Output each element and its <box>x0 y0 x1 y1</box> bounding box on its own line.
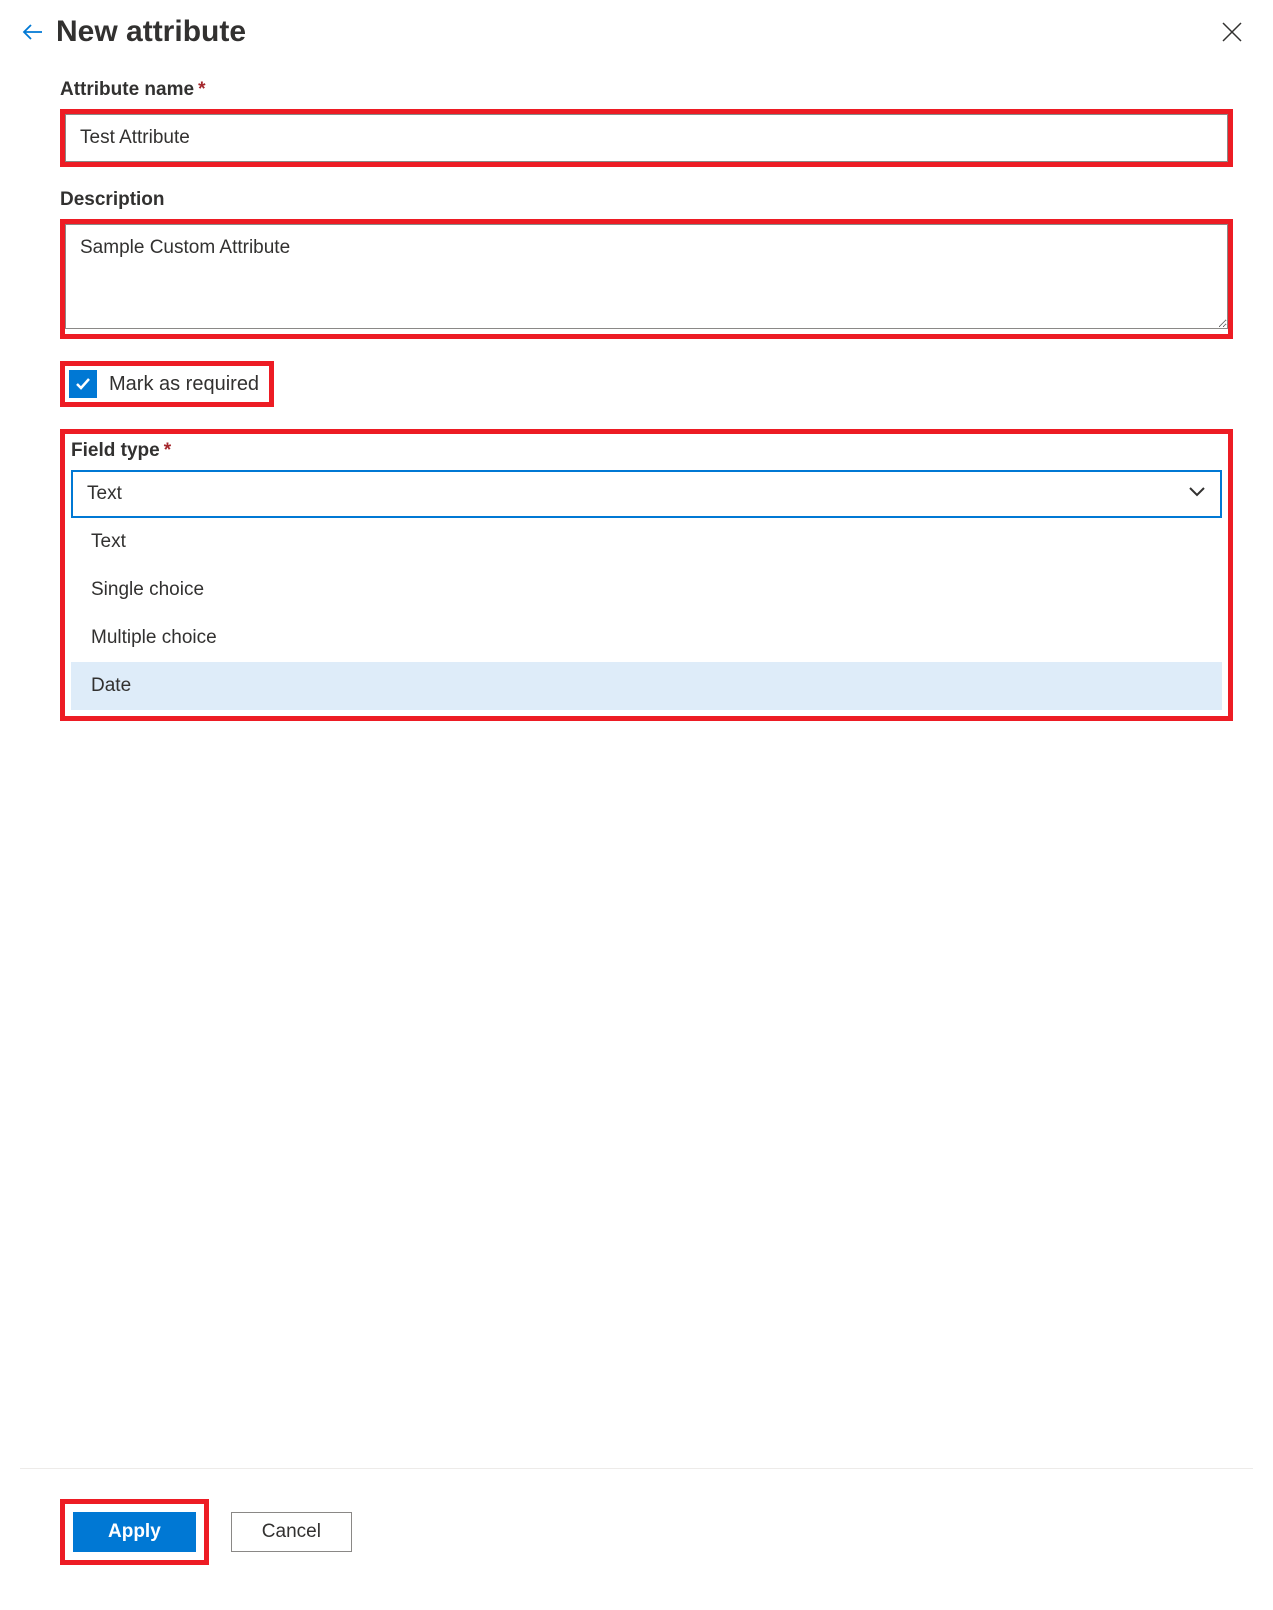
attribute-name-group: Attribute name* <box>60 79 1233 167</box>
field-type-group: Field type* Text Text Single choice Mult… <box>60 429 1233 721</box>
mark-required-label: Mark as required <box>109 373 259 396</box>
required-star-icon: * <box>164 440 171 461</box>
mark-required-checkbox[interactable] <box>69 370 97 398</box>
description-input[interactable] <box>65 224 1228 329</box>
back-icon[interactable] <box>20 20 44 44</box>
field-type-option-single-choice[interactable]: Single choice <box>71 566 1222 614</box>
field-type-option-date[interactable]: Date <box>71 662 1222 710</box>
field-type-dropdown: Text Single choice Multiple choice Date <box>71 518 1222 710</box>
close-icon[interactable] <box>1221 21 1243 43</box>
attribute-name-label: Attribute name* <box>60 79 1233 101</box>
field-type-option-text[interactable]: Text <box>71 518 1222 566</box>
mark-required-group: Mark as required <box>60 361 1233 407</box>
apply-button[interactable]: Apply <box>73 1512 196 1552</box>
chevron-down-icon <box>1188 485 1206 503</box>
cancel-button[interactable]: Cancel <box>231 1512 352 1552</box>
field-type-label: Field type* <box>71 440 1222 462</box>
dialog-header: New attribute <box>20 15 1253 49</box>
dialog-footer: Apply Cancel <box>20 1468 1253 1595</box>
description-label: Description <box>60 189 1233 211</box>
required-star-icon: * <box>198 79 205 100</box>
description-group: Description <box>60 189 1233 339</box>
field-type-select[interactable]: Text <box>71 470 1222 518</box>
page-title: New attribute <box>56 15 246 49</box>
attribute-name-input[interactable] <box>65 114 1228 162</box>
field-type-option-multiple-choice[interactable]: Multiple choice <box>71 614 1222 662</box>
field-type-selected-value: Text <box>87 483 1188 505</box>
